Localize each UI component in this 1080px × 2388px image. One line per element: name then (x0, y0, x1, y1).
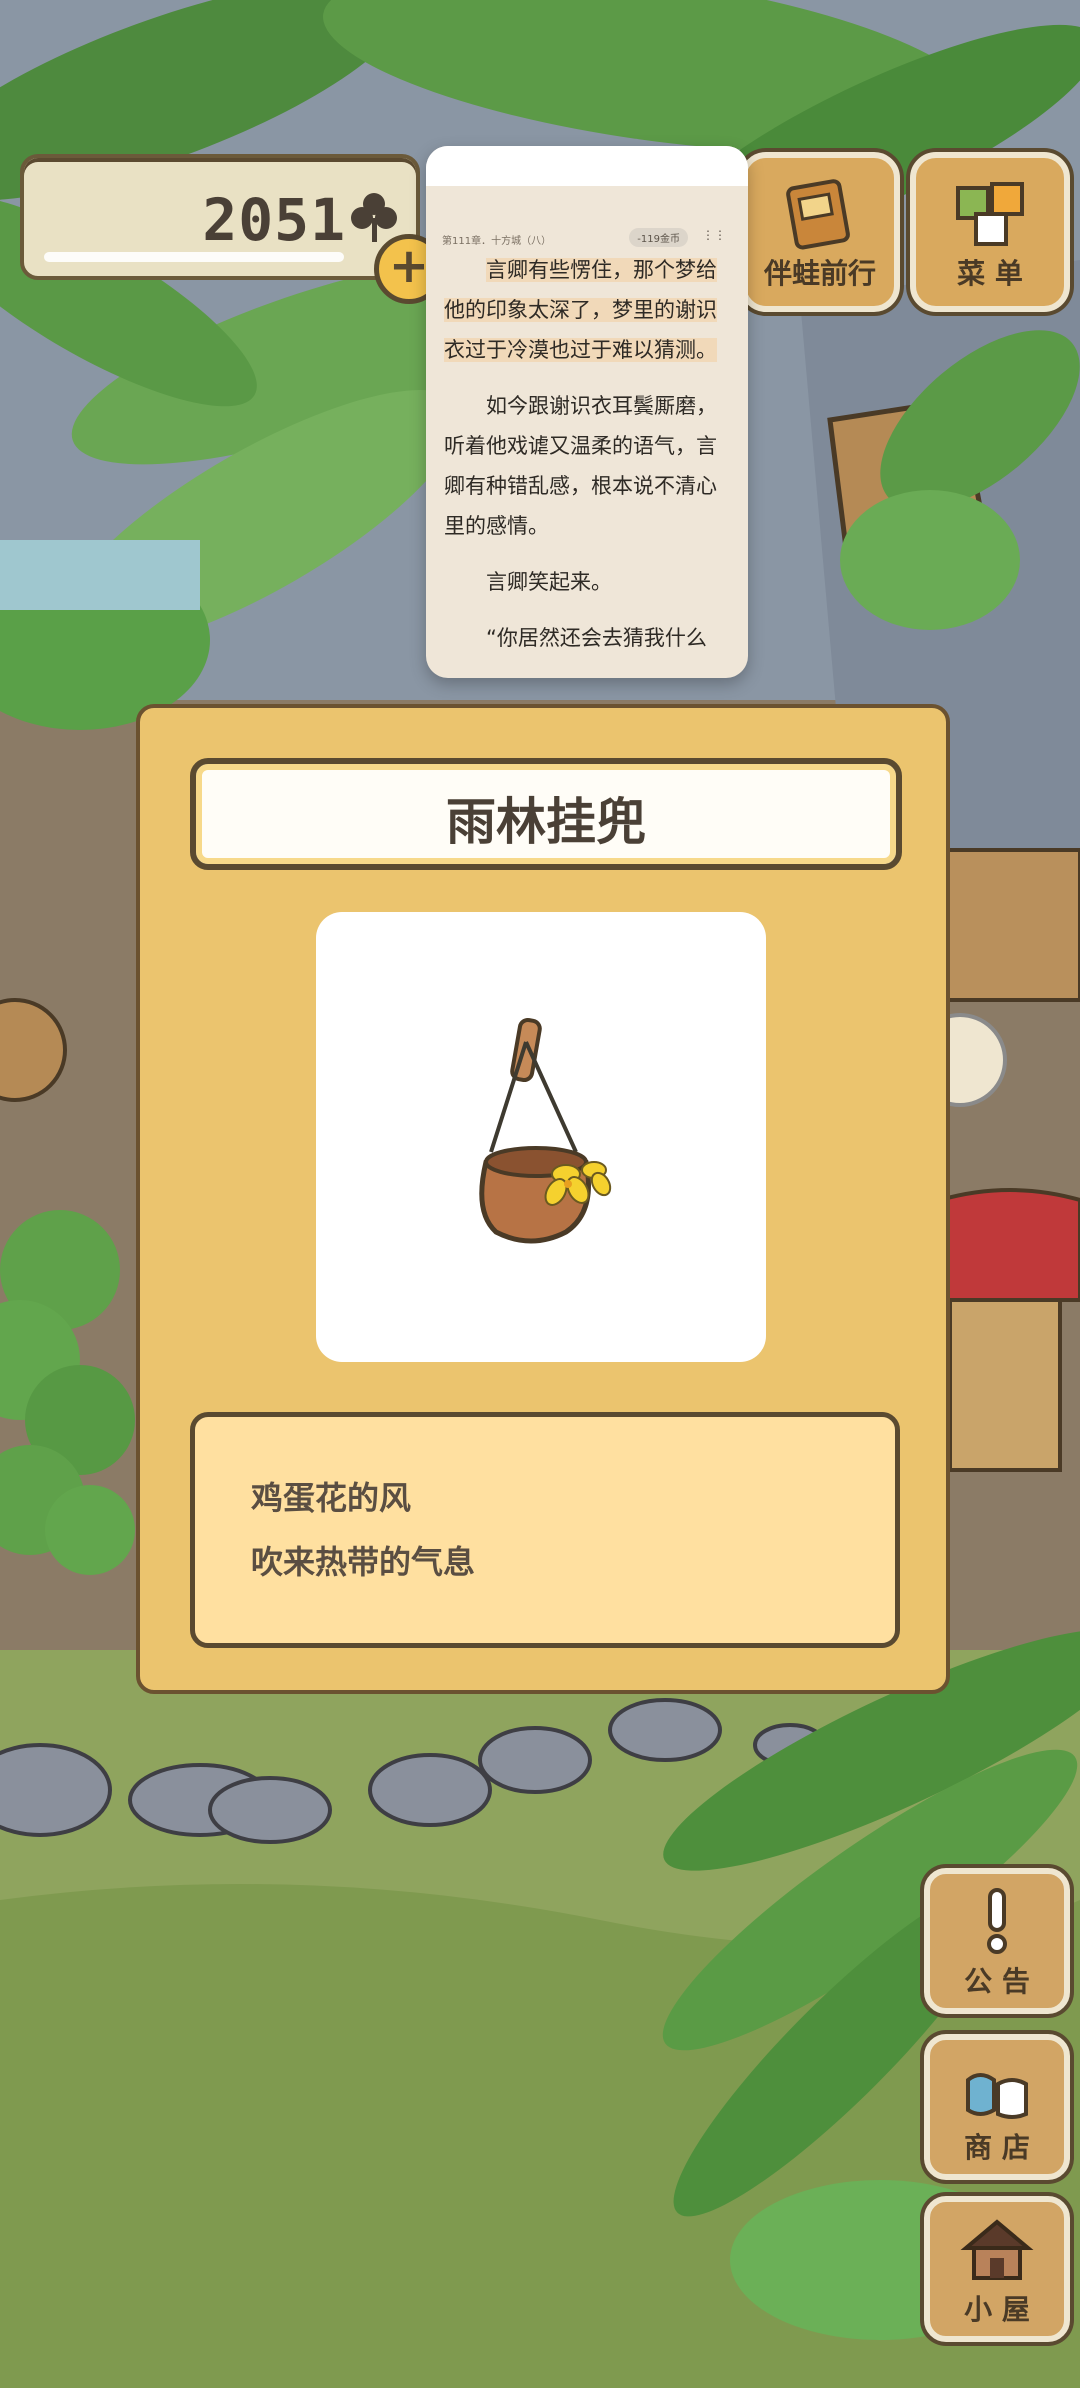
reading-overlay-window[interactable]: 第111章．十方城（八） -119金币 ⋮⋮ 言卿有些愣住，那个梦给他的印象太深… (426, 146, 748, 678)
shop-label: 商 店 (964, 2131, 1030, 2164)
notice-label: 公 告 (964, 1965, 1030, 1998)
item-title-box: 雨林挂兜 (190, 758, 902, 870)
item-description-box: 鸡蛋花的风 吹来热带的气息 (190, 1412, 900, 1648)
item-detail-card[interactable]: 雨林挂兜 鸡蛋花的风 吹来热带的气息 (136, 704, 950, 1694)
overlay-title-strip[interactable] (426, 146, 748, 186)
item-title: 雨林挂兜 (446, 793, 646, 851)
reader-text: 言卿有些愣住，那个梦给他的印象太深了，梦里的谢识衣过于冷漠也过于难以猜测。 如今… (444, 250, 730, 674)
clover-count: 2051 (202, 186, 346, 254)
reader-status-bar: 第111章．十方城（八） -119金币 ⋮⋮ (442, 228, 732, 252)
paragraph: “你居然还会去猜我什么 (486, 626, 707, 650)
more-icon[interactable]: ⋮⋮ (702, 228, 726, 242)
journal-icon (786, 179, 850, 250)
frog-trip-label: 伴蛙前行 (763, 257, 876, 290)
coconut-hanging-basket-icon (479, 1017, 612, 1244)
menu-button[interactable]: 菜 单 (910, 152, 1070, 312)
coin-pill[interactable]: -119金币 (629, 228, 688, 247)
frog-trip-button[interactable]: 伴蛙前行 (740, 152, 900, 312)
notice-button[interactable]: 公 告 (924, 1868, 1070, 2014)
menu-label: 菜 单 (957, 257, 1023, 290)
description-line-1: 鸡蛋花的风 (251, 1479, 412, 1517)
exclamation-icon (987, 1888, 1007, 1954)
clover-progress-bar (44, 252, 344, 262)
clover-counter: 2051 (20, 154, 420, 280)
paragraph: 如今跟谢识衣耳鬓厮磨，听着他戏谑又温柔的语气，言卿有种错乱感，根本说不清心里的感… (444, 394, 717, 538)
house-button[interactable]: 小 屋 (924, 2196, 1070, 2342)
description-line-2: 吹来热带的气息 (251, 1543, 476, 1581)
menu-icon (956, 182, 1024, 246)
clover-icon (351, 193, 397, 242)
shop-button[interactable]: 商 店 (924, 2034, 1070, 2180)
paragraph: 言卿笑起来。 (486, 570, 612, 594)
bag-icon (966, 2073, 1028, 2119)
house-label: 小 屋 (964, 2293, 1030, 2326)
paragraph: 言卿有些愣住，那个梦给他的印象太深了，梦里的谢识衣过于冷漠也过于难以猜测。 (444, 258, 717, 362)
house-icon (960, 2219, 1034, 2280)
chapter-title: 第111章．十方城（八） (442, 236, 552, 247)
item-image-frame (316, 912, 766, 1362)
